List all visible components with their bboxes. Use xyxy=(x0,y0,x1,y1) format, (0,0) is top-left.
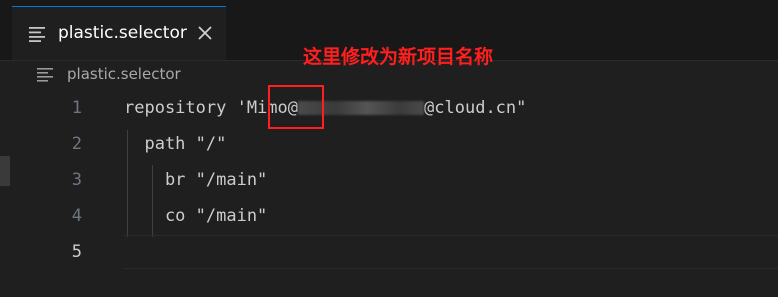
tab-plastic-selector[interactable]: plastic.selector xyxy=(12,6,226,60)
code-line[interactable]: br "/main" xyxy=(124,170,267,190)
lines-file-icon xyxy=(29,27,45,42)
annotation-text: 这里修改为新项目名称 xyxy=(303,46,494,68)
annotation-box xyxy=(268,85,324,129)
line-number: 5 xyxy=(71,242,82,262)
lines-file-icon xyxy=(37,68,53,82)
line-number: 1 xyxy=(71,98,82,118)
editor-window: plastic.selector 这里修改为新项目名称 plastic.sele… xyxy=(0,0,778,297)
breadcrumb-file[interactable]: plastic.selector xyxy=(67,65,181,83)
code-token: @cloud.cn" xyxy=(424,98,527,118)
line-number: 4 xyxy=(71,206,82,226)
code-line[interactable]: co "/main" xyxy=(124,206,267,226)
code-token: repository ' xyxy=(124,98,247,118)
current-line-highlight xyxy=(124,235,778,269)
code-line[interactable]: path "/" xyxy=(124,134,226,154)
scroll-marker xyxy=(0,156,10,186)
line-number: 2 xyxy=(71,134,82,154)
close-icon[interactable] xyxy=(196,24,214,42)
tab-label: plastic.selector xyxy=(58,23,187,43)
code-line[interactable]: repository 'Mimo@ @cloud.cn" xyxy=(124,98,526,118)
line-number: 3 xyxy=(71,170,82,190)
